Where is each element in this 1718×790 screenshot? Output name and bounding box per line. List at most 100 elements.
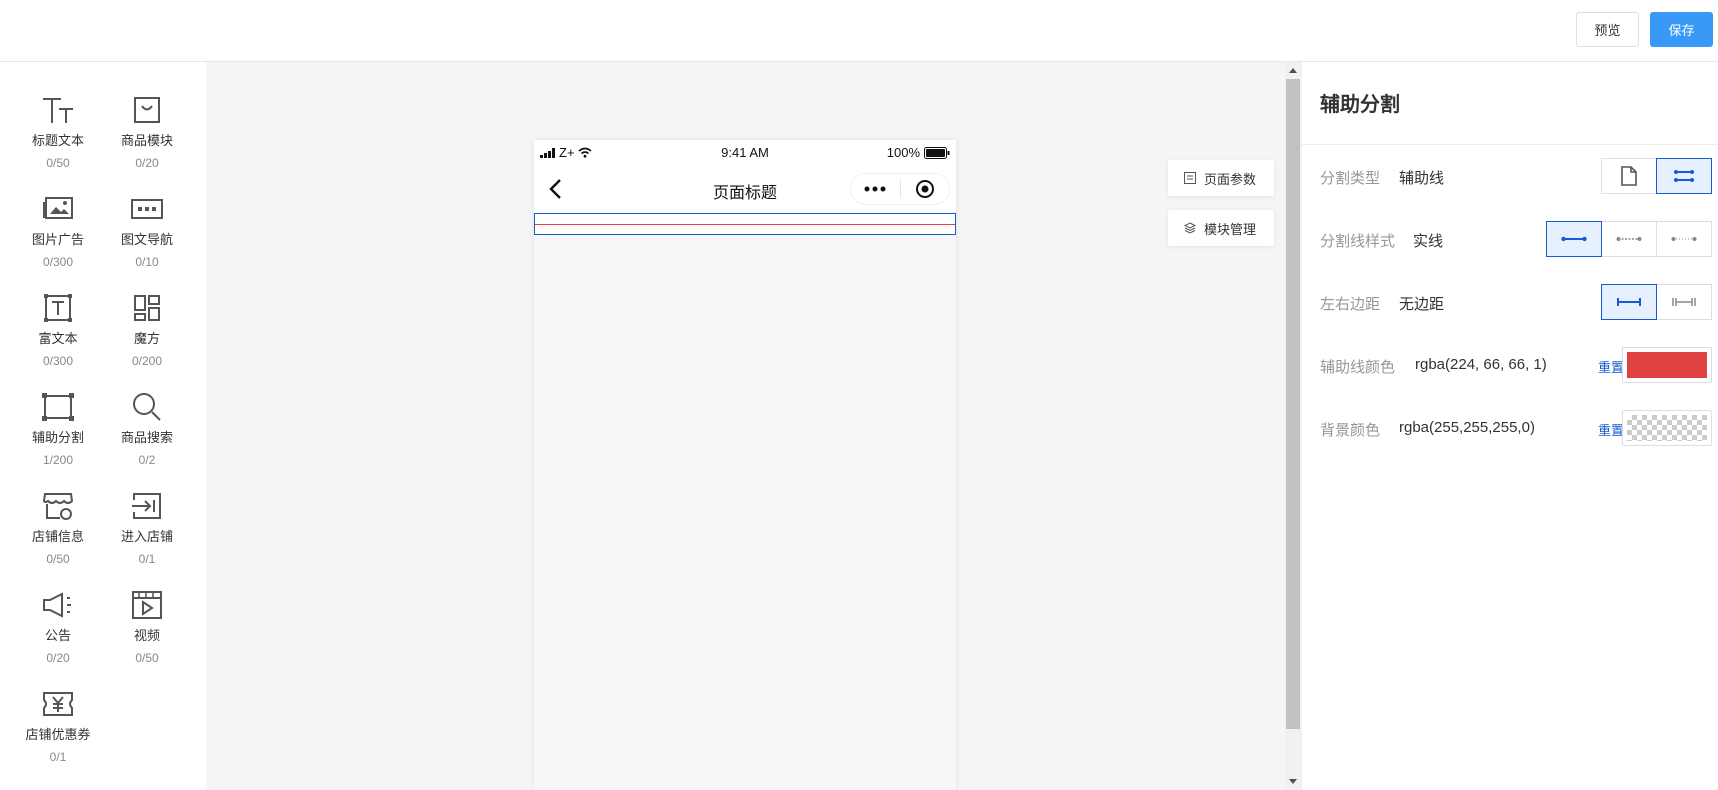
component-count: 0/1 xyxy=(49,750,67,764)
line-color-value: rgba(224, 66, 66, 1) xyxy=(1415,356,1547,373)
padding-label: 左右边距 xyxy=(1320,296,1381,313)
no-padding-icon xyxy=(1617,298,1641,306)
rich-text-icon xyxy=(40,290,76,326)
component-name: 店铺优惠券 xyxy=(25,727,91,742)
coupon-icon xyxy=(40,686,76,722)
component-name: 图文导航 xyxy=(120,232,173,247)
top-toolbar: 预览 保存 xyxy=(0,0,1718,62)
module-manage-button[interactable]: 模块管理 xyxy=(1168,210,1274,246)
preview-button[interactable]: 预览 xyxy=(1576,12,1639,47)
scroll-up-arrow[interactable] xyxy=(1289,68,1297,73)
component-name: 商品搜索 xyxy=(120,430,173,445)
close-target-icon[interactable] xyxy=(901,179,950,199)
component-enter-store[interactable]: 进入店铺 0/1 xyxy=(102,488,192,567)
component-announcement[interactable]: 公告 0/20 xyxy=(13,587,103,666)
component-name: 进入店铺 xyxy=(120,529,173,544)
scroll-thumb[interactable] xyxy=(1286,79,1300,729)
status-bar: Z+ 9:41 AM 100% xyxy=(534,140,956,166)
component-name: 标题文本 xyxy=(31,133,84,148)
component-coupon[interactable]: 店铺优惠券 0/1 xyxy=(13,686,103,765)
announcement-icon xyxy=(40,587,76,623)
solid-line-option[interactable] xyxy=(1546,221,1602,257)
scroll-down-arrow[interactable] xyxy=(1289,779,1297,784)
page-params-icon xyxy=(1184,172,1196,184)
component-count: 0/50 xyxy=(46,552,70,566)
page-params-button[interactable]: 页面参数 xyxy=(1168,160,1274,196)
component-rich-text[interactable]: 富文本 0/300 xyxy=(13,290,103,369)
component-product-search[interactable]: 商品搜索 0/2 xyxy=(102,389,192,468)
product-module-icon xyxy=(129,92,165,128)
divider-icon xyxy=(40,389,76,425)
image-nav-icon xyxy=(129,191,165,227)
panel-title: 辅助分割 xyxy=(1320,94,1400,116)
component-count: 0/1 xyxy=(138,552,156,566)
more-icon[interactable] xyxy=(851,186,900,192)
bg-color-reset-link[interactable]: 重置 xyxy=(1598,420,1624,439)
page-params-label: 页面参数 xyxy=(1204,171,1257,187)
line-color-reset-link[interactable]: 重置 xyxy=(1598,357,1624,376)
component-count: 0/2 xyxy=(138,453,156,467)
mini-program-capsule xyxy=(850,173,950,205)
guide-line-icon xyxy=(1674,170,1694,182)
with-padding-icon xyxy=(1672,298,1696,306)
component-count: 0/50 xyxy=(135,651,159,665)
component-divider[interactable]: 辅助分割 1/200 xyxy=(13,389,103,468)
with-padding-option[interactable] xyxy=(1656,284,1712,320)
battery-indicator: 100% xyxy=(887,145,950,160)
magic-cube-icon xyxy=(129,290,165,326)
component-name: 魔方 xyxy=(133,331,160,346)
line-style-value: 实线 xyxy=(1413,233,1444,250)
video-icon xyxy=(129,587,165,623)
save-button[interactable]: 保存 xyxy=(1650,12,1713,47)
padding-row: 左右边距 无边距 xyxy=(1320,284,1712,320)
guide-line-option[interactable] xyxy=(1656,158,1712,194)
component-name: 辅助分割 xyxy=(31,430,84,445)
component-video[interactable]: 视频 0/50 xyxy=(102,587,192,666)
bg-color-picker[interactable] xyxy=(1622,410,1712,446)
line-color-picker[interactable] xyxy=(1622,347,1712,383)
phone-preview: Z+ 9:41 AM 100% 页面标题 xyxy=(534,140,956,790)
divider-line xyxy=(535,224,955,225)
enter-store-icon xyxy=(129,488,165,524)
battery-percent: 100% xyxy=(886,145,920,160)
blank-space-option[interactable] xyxy=(1601,158,1657,194)
divider-type-row: 分割类型 辅助线 xyxy=(1320,158,1712,194)
component-name: 商品模块 xyxy=(120,133,173,148)
component-image-ad[interactable]: 图片广告 0/300 xyxy=(13,191,103,270)
line-style-row: 分割线样式 实线 xyxy=(1320,221,1712,257)
component-title-text[interactable]: 标题文本 0/50 xyxy=(13,92,103,171)
divider-type-value: 辅助线 xyxy=(1399,170,1445,187)
component-product-module[interactable]: 商品模块 0/20 xyxy=(102,92,192,171)
line-style-label: 分割线样式 xyxy=(1320,233,1396,250)
component-store-info[interactable]: 店铺信息 0/50 xyxy=(13,488,103,567)
battery-icon xyxy=(924,146,950,159)
component-name: 店铺信息 xyxy=(31,529,84,544)
module-manage-label: 模块管理 xyxy=(1204,221,1257,237)
phone-header: Z+ 9:41 AM 100% 页面标题 xyxy=(534,140,956,212)
editor-canvas: Z+ 9:41 AM 100% 页面标题 页面参数 模块管理 xyxy=(206,62,1286,790)
layers-icon xyxy=(1184,222,1196,234)
component-count: 0/200 xyxy=(131,354,163,368)
dotted-line-icon xyxy=(1671,237,1697,241)
store-info-icon xyxy=(40,488,76,524)
line-color-swatch xyxy=(1627,352,1707,378)
component-name: 富文本 xyxy=(38,331,78,346)
dotted-line-option[interactable] xyxy=(1656,221,1712,257)
title-text-icon xyxy=(40,92,76,128)
component-name: 图片广告 xyxy=(31,232,84,247)
component-name: 视频 xyxy=(133,628,160,643)
phone-navbar: 页面标题 xyxy=(534,166,956,212)
component-panel: 标题文本 0/50 商品模块 0/20 图片广告 0/300 图文导航 0/10… xyxy=(0,62,206,790)
search-icon xyxy=(129,389,165,425)
canvas-scrollbar[interactable] xyxy=(1285,62,1302,790)
component-count: 1/200 xyxy=(42,453,74,467)
component-magic-cube[interactable]: 魔方 0/200 xyxy=(102,290,192,369)
component-image-nav[interactable]: 图文导航 0/10 xyxy=(102,191,192,270)
dashed-line-option[interactable] xyxy=(1601,221,1657,257)
line-color-label: 辅助线颜色 xyxy=(1320,359,1396,376)
no-padding-option[interactable] xyxy=(1601,284,1657,320)
transparent-swatch xyxy=(1627,415,1707,441)
component-count: 0/20 xyxy=(46,651,70,665)
divider-module-preview[interactable] xyxy=(534,213,956,235)
bg-color-label: 背景颜色 xyxy=(1320,422,1381,439)
